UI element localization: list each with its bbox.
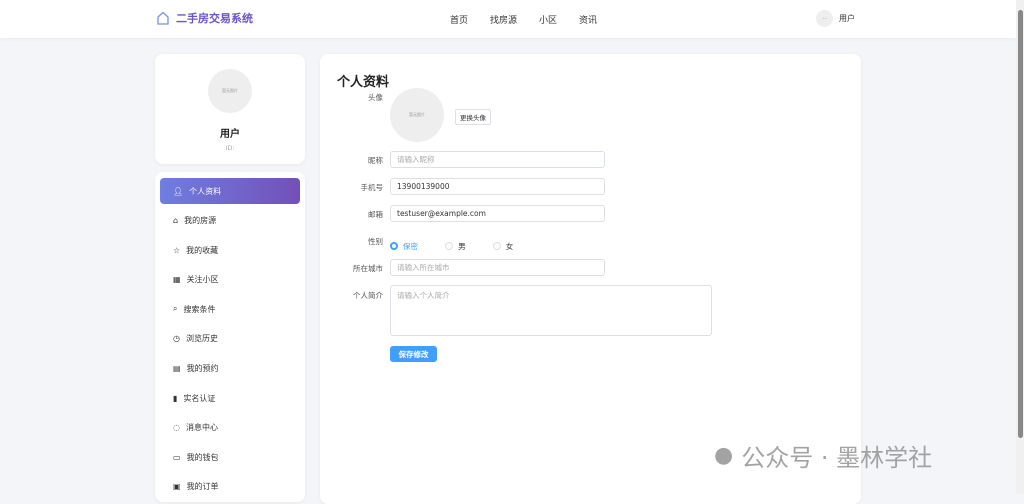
watermark: ● 公众号 · 墨林学社 — [714, 438, 932, 473]
chat-icon: ◌ — [173, 423, 180, 433]
email-label: 邮箱 — [368, 210, 383, 219]
sidebar-item-my-houses[interactable]: ⌂ 我的房源 — [160, 208, 300, 234]
sidebar-item-label: 实名认证 — [183, 393, 216, 403]
watermark-text: 公众号 · 墨林学社 — [741, 444, 933, 472]
user-name: 用户 — [839, 14, 855, 23]
main-nav: 首页 找房源 小区 资讯 — [450, 13, 597, 26]
page-title: 个人资料 — [337, 75, 390, 90]
sidebar-item-appointments[interactable]: ▤ 我的预约 — [160, 356, 300, 382]
calendar-icon: ▤ — [173, 364, 181, 374]
profile-avatar: 暂无图片 — [208, 69, 252, 113]
phone-value: 13900139000 — [397, 182, 450, 191]
sidebar-item-orders[interactable]: ▣ 我的订单 — [160, 474, 300, 500]
gender-label: 性别 — [368, 237, 383, 246]
star-icon: ☆ — [173, 245, 181, 255]
scrollbar[interactable] — [1016, 0, 1024, 494]
brand-logo[interactable]: 二手房交易系统 — [156, 10, 253, 26]
top-navbar: 二手房交易系统 首页 找房源 小区 资讯 -- 用户 — [0, 0, 1016, 38]
email-value: testuser@example.com — [397, 209, 486, 218]
bio-placeholder: 请输入个人简介 — [397, 291, 450, 300]
gender-male-radio[interactable]: 男 — [445, 241, 466, 252]
home-icon — [157, 11, 169, 25]
change-avatar-button[interactable]: 更换头像 — [455, 109, 491, 125]
sidebar-item-history[interactable]: ◷ 浏览历史 — [160, 326, 300, 352]
form-avatar: 暂无图片 — [390, 88, 444, 142]
city-input[interactable]: 请输入所在城市 — [390, 259, 605, 276]
nickname-placeholder: 请输入昵称 — [397, 155, 435, 164]
city-label: 所在城市 — [353, 264, 383, 273]
sidebar-item-profile[interactable]: 👤︎ 个人资料 — [160, 178, 300, 204]
profile-name: 用户 — [220, 129, 240, 140]
sidebar-item-followed-communities[interactable]: ▦ 关注小区 — [160, 267, 300, 293]
nickname-label: 昵称 — [368, 156, 383, 165]
save-button[interactable]: 保存修改 — [390, 346, 437, 362]
sidebar-item-wallet[interactable]: ▭ 我的钱包 — [160, 444, 300, 470]
sidebar-menu: 👤︎ 个人资料 ⌂ 我的房源 ☆ 我的收藏 ▦ 关注小区 ⌕ 搜索条件 ◷ 浏览历史 ▤ 我的… — [155, 172, 305, 502]
brand-name: 二手房交易系统 — [176, 12, 253, 25]
sidebar-item-favorites[interactable]: ☆ 我的收藏 — [160, 237, 300, 263]
sidebar-item-label: 浏览历史 — [185, 334, 218, 344]
radio-label: 保密 — [403, 241, 418, 251]
scrollbar-thumb[interactable] — [1018, 10, 1023, 438]
sidebar-item-search-conditions[interactable]: ⌕ 搜索条件 — [160, 296, 300, 322]
user-menu[interactable]: -- 用户 — [816, 10, 855, 27]
avatar: -- — [816, 10, 833, 27]
profile-id: ID: — [225, 144, 235, 152]
sidebar-item-label: 我的预约 — [186, 364, 219, 374]
bio-textarea[interactable]: 请输入个人简介 — [390, 285, 712, 336]
radio-label: 女 — [505, 241, 514, 251]
nav-news[interactable]: 资讯 — [579, 13, 597, 26]
sidebar-item-verification[interactable]: ▮ 实名认证 — [160, 385, 300, 411]
profile-card: 暂无图片 用户 ID: — [155, 54, 305, 164]
phone-input[interactable]: 13900139000 — [390, 178, 605, 195]
search-icon: ⌕ — [173, 304, 178, 314]
gender-female-radio[interactable]: 女 — [492, 241, 514, 252]
sidebar-item-label: 我的收藏 — [186, 245, 219, 255]
nav-home[interactable]: 首页 — [450, 13, 468, 26]
bio-label: 个人简介 — [353, 291, 383, 300]
building-icon: ▦ — [173, 275, 181, 285]
bag-icon: ▣ — [173, 482, 181, 492]
wechat-icon: ● — [714, 443, 734, 468]
house-icon: ⌂ — [173, 216, 179, 226]
sidebar-item-label: 我的订单 — [186, 482, 219, 492]
sidebar-item-label: 个人资料 — [189, 186, 222, 196]
nav-find-house[interactable]: 找房源 — [490, 13, 517, 26]
sidebar-item-label: 消息中心 — [185, 423, 218, 433]
profile-form-card: 个人资料 头像 暂无图片 更换头像 昵称 请输入昵称 手机号 139001390… — [320, 54, 861, 504]
user-icon: 👤︎ — [173, 186, 184, 196]
clipboard-icon: ▮ — [173, 393, 178, 403]
gender-radio-group: 保密 男 女 — [390, 235, 535, 254]
sidebar-item-label: 搜索条件 — [183, 304, 216, 314]
sidebar-item-label: 关注小区 — [186, 275, 219, 285]
radio-label: 男 — [458, 241, 466, 251]
nav-community[interactable]: 小区 — [539, 13, 557, 26]
sidebar-item-messages[interactable]: ◌ 消息中心 — [160, 415, 300, 441]
sidebar-item-label: 我的钱包 — [186, 452, 219, 462]
sidebar-item-label: 我的房源 — [184, 216, 217, 226]
gender-secret-radio[interactable]: 保密 — [390, 241, 418, 252]
avatar-label: 头像 — [368, 93, 383, 102]
phone-label: 手机号 — [360, 183, 384, 192]
nickname-input[interactable]: 请输入昵称 — [390, 151, 605, 168]
folder-icon: ▭ — [173, 452, 181, 462]
email-input[interactable]: testuser@example.com — [390, 205, 605, 222]
clock-icon: ◷ — [173, 334, 180, 344]
city-placeholder: 请输入所在城市 — [397, 263, 450, 272]
